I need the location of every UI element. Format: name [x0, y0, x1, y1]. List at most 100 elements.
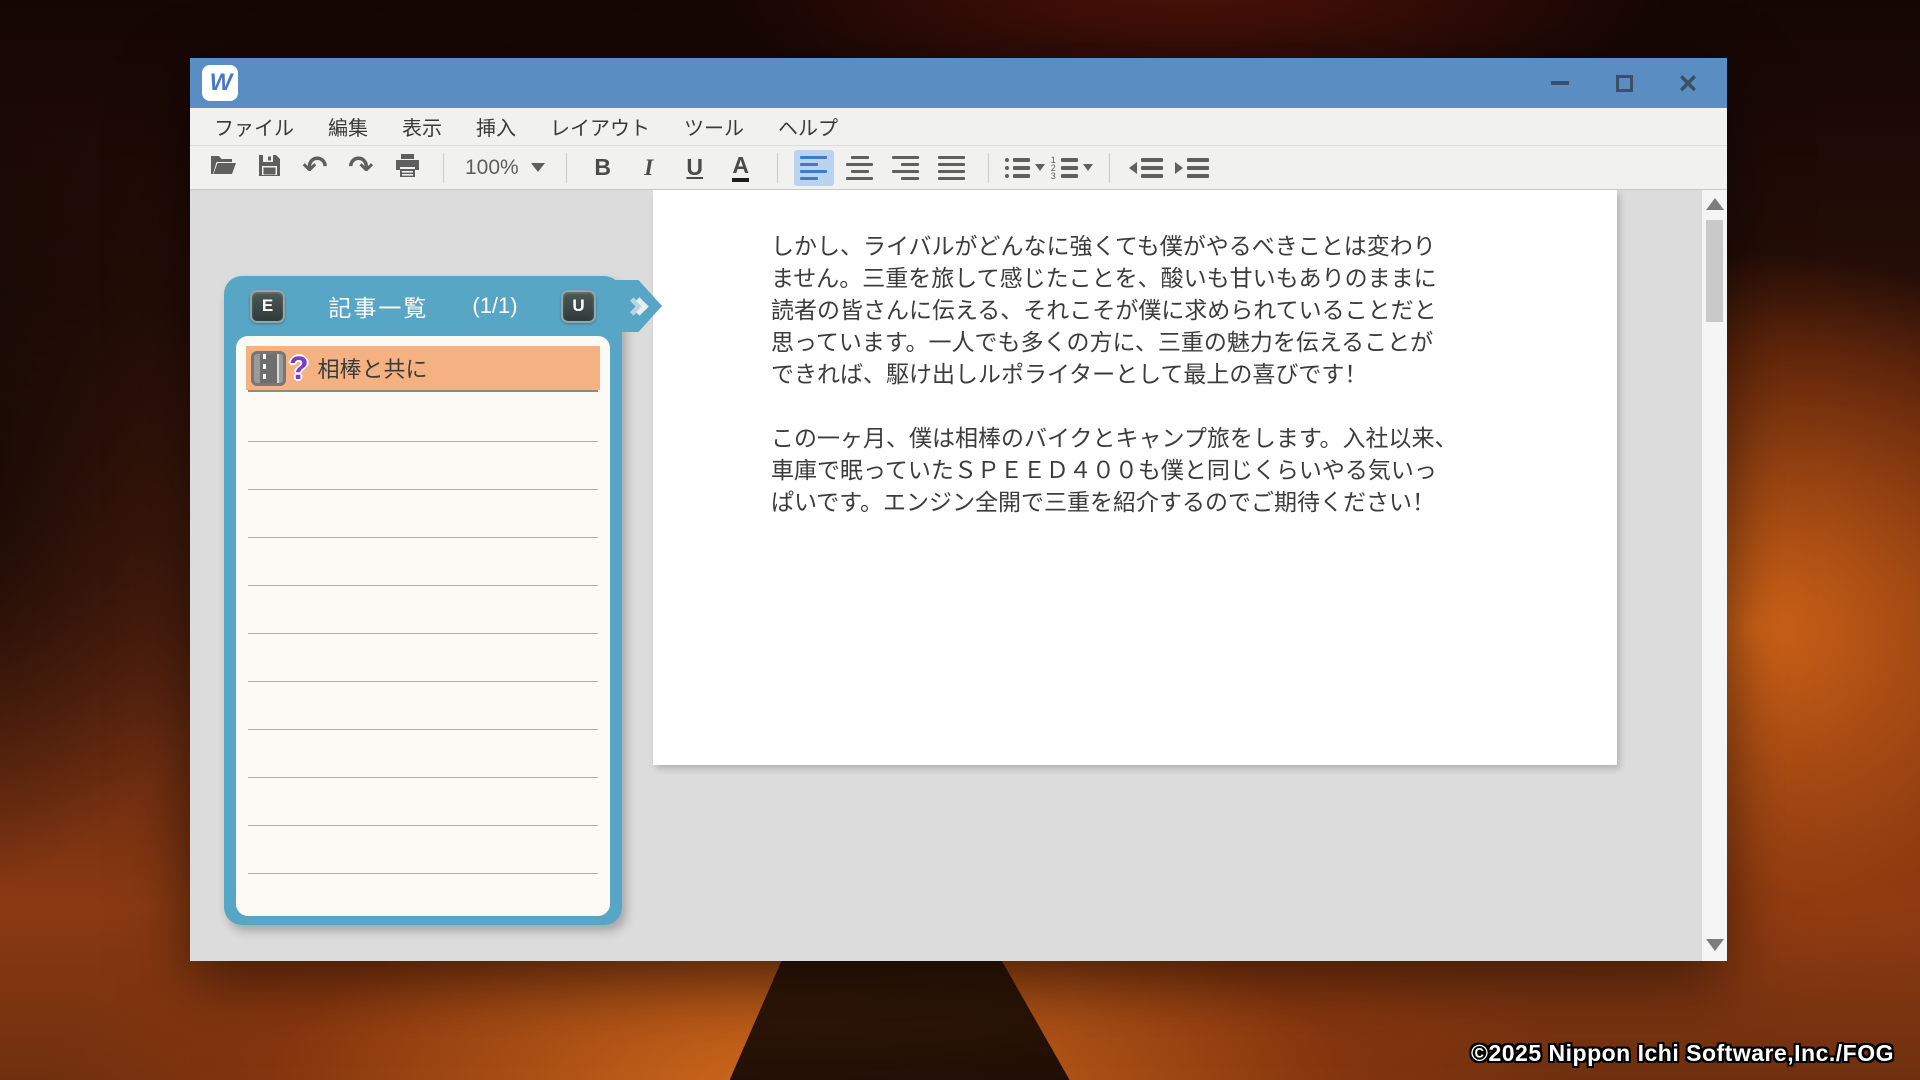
chevron-down-icon: [1083, 164, 1093, 171]
panel-title-group: 記事一覧 (1/1): [285, 289, 561, 323]
align-left-icon: [800, 156, 827, 180]
bullet-list-icon: [1005, 158, 1030, 178]
question-mark-icon: ?: [289, 352, 309, 384]
underline-button[interactable]: U: [675, 150, 715, 186]
menu-view[interactable]: 表示: [402, 112, 442, 141]
close-icon: ×: [1679, 67, 1698, 99]
document-paragraph-2: この一ヶ月、僕は相棒のバイクとキャンプ旅をします。入社以来、 車庫で眠っていたＳ…: [771, 422, 1457, 518]
article-list-item-selected[interactable]: ? 相棒と共に: [246, 346, 600, 390]
maximize-icon: [1616, 75, 1633, 92]
chevron-down-icon: [531, 163, 545, 172]
document-line: ぱいです。エンジン全開で三重を紹介するのでご期待ください！: [771, 486, 1457, 518]
document-line: しかし、ライバルがどんなに強くても僕がやるべきことは変わり: [771, 230, 1457, 262]
bullet-list-button[interactable]: [1005, 150, 1045, 186]
indent-button[interactable]: [1172, 150, 1212, 186]
numbered-list-icon: 1 2 3: [1051, 158, 1078, 178]
menu-help[interactable]: ヘルプ: [778, 112, 838, 141]
word-processor-window: W × ファイル 編集 表示 挿入 レイアウト ツール ヘルプ ↶ ↷: [190, 58, 1727, 961]
outdent-icon: [1129, 158, 1163, 178]
redo-icon: ↷: [348, 153, 373, 183]
selected-row-divider: [248, 390, 598, 392]
empty-list-row: [248, 634, 598, 682]
minimize-icon: [1551, 81, 1569, 85]
document-line: できれば、駆け出しルポライターとして最上の喜びです！: [771, 358, 1457, 390]
maximize-button[interactable]: [1607, 66, 1641, 100]
italic-icon: I: [644, 155, 653, 181]
minimize-button[interactable]: [1543, 66, 1577, 100]
empty-list-row: [248, 394, 598, 442]
align-right-button[interactable]: [886, 150, 926, 186]
undo-icon: ↶: [302, 153, 327, 183]
align-justify-icon: [938, 156, 965, 180]
document-line: 読者の皆さんに伝える、それこそが僕に求められていることだと: [771, 294, 1457, 326]
floppy-disk-icon: [258, 154, 281, 182]
window-controls: ×: [1543, 66, 1705, 100]
toolbar-separator: [566, 153, 567, 183]
document-paragraph-1: しかし、ライバルがどんなに強くても僕がやるべきことは変わり ません。三重を旅して…: [771, 230, 1457, 390]
align-center-icon: [846, 156, 873, 180]
toolbar-separator: [1109, 153, 1110, 183]
menu-edit[interactable]: 編集: [328, 112, 368, 141]
document-page[interactable]: しかし、ライバルがどんなに強くても僕がやるべきことは変わり ません。三重を旅して…: [653, 190, 1617, 765]
outdent-button[interactable]: [1126, 150, 1166, 186]
empty-list-row: [248, 682, 598, 730]
vertical-scrollbar[interactable]: [1701, 190, 1727, 961]
key-prompt-u[interactable]: U: [561, 290, 596, 323]
align-right-icon: [892, 156, 919, 180]
close-button[interactable]: ×: [1671, 66, 1705, 100]
scroll-down-button[interactable]: [1702, 931, 1727, 959]
save-button[interactable]: [249, 150, 289, 186]
align-justify-button[interactable]: [932, 150, 972, 186]
toolbar-separator: [777, 153, 778, 183]
key-prompt-e[interactable]: E: [250, 290, 285, 323]
bold-button[interactable]: B: [583, 150, 623, 186]
article-list-panel: E 記事一覧 (1/1) U ? 相棒と共に: [224, 276, 622, 925]
document-line: 車庫で眠っていたＳＰＥＥＤ４００も僕と同じくらいやる気いっ: [771, 454, 1457, 486]
panel-header: E 記事一覧 (1/1) U: [224, 276, 622, 336]
printer-icon: [395, 154, 420, 182]
open-button[interactable]: [203, 150, 243, 186]
editor-content-area: しかし、ライバルがどんなに強くても僕がやるべきことは変わり ません。三重を旅して…: [190, 190, 1727, 961]
zoom-select[interactable]: 100%: [457, 156, 553, 180]
menu-layout[interactable]: レイアウト: [550, 112, 650, 141]
app-logo-icon: W: [202, 65, 238, 101]
road-icon: [251, 351, 286, 386]
font-color-button[interactable]: A: [721, 150, 761, 186]
undo-button[interactable]: ↶: [295, 150, 335, 186]
font-color-icon: A: [732, 153, 749, 181]
arrow-down-icon: [1706, 939, 1724, 951]
scroll-up-button[interactable]: [1702, 190, 1727, 218]
empty-list-row: [248, 874, 598, 916]
empty-list-row: [248, 586, 598, 634]
toolbar: ↶ ↷ 100% B I U A: [190, 146, 1727, 190]
toolbar-separator: [443, 153, 444, 183]
empty-list-row: [248, 490, 598, 538]
toolbar-separator: [988, 153, 989, 183]
scrollbar-thumb[interactable]: [1706, 220, 1723, 322]
empty-list-row: [248, 442, 598, 490]
menu-bar: ファイル 編集 表示 挿入 レイアウト ツール ヘルプ: [190, 108, 1727, 146]
align-center-button[interactable]: [840, 150, 880, 186]
article-empty-rows: [244, 394, 602, 916]
print-button[interactable]: [387, 150, 427, 186]
menu-file[interactable]: ファイル: [214, 112, 294, 141]
align-left-button[interactable]: [794, 150, 834, 186]
italic-button[interactable]: I: [629, 150, 669, 186]
article-list: ? 相棒と共に: [236, 336, 610, 916]
document-line: ません。三重を旅して感じたことを、酸いも甘いもありのままに: [771, 262, 1457, 294]
folder-open-icon: [210, 154, 237, 181]
numbered-list-button[interactable]: 1 2 3: [1051, 150, 1093, 186]
article-item-title: 相棒と共に: [318, 352, 428, 384]
zoom-value: 100%: [465, 156, 519, 180]
redo-button[interactable]: ↷: [341, 150, 381, 186]
document-line: この一ヶ月、僕は相棒のバイクとキャンプ旅をします。入社以来、: [771, 422, 1457, 454]
menu-tools[interactable]: ツール: [684, 112, 744, 141]
copyright-notice: ©2025 Nippon Ichi Software,Inc./FOG: [1471, 1040, 1894, 1067]
empty-list-row: [248, 538, 598, 586]
empty-list-row: [248, 778, 598, 826]
underline-icon: U: [686, 154, 703, 181]
title-bar: W ×: [190, 58, 1727, 108]
arrow-up-icon: [1706, 198, 1724, 210]
document-line: 思っています。一人でも多くの方に、三重の魅力を伝えることが: [771, 326, 1457, 358]
menu-insert[interactable]: 挿入: [476, 112, 516, 141]
